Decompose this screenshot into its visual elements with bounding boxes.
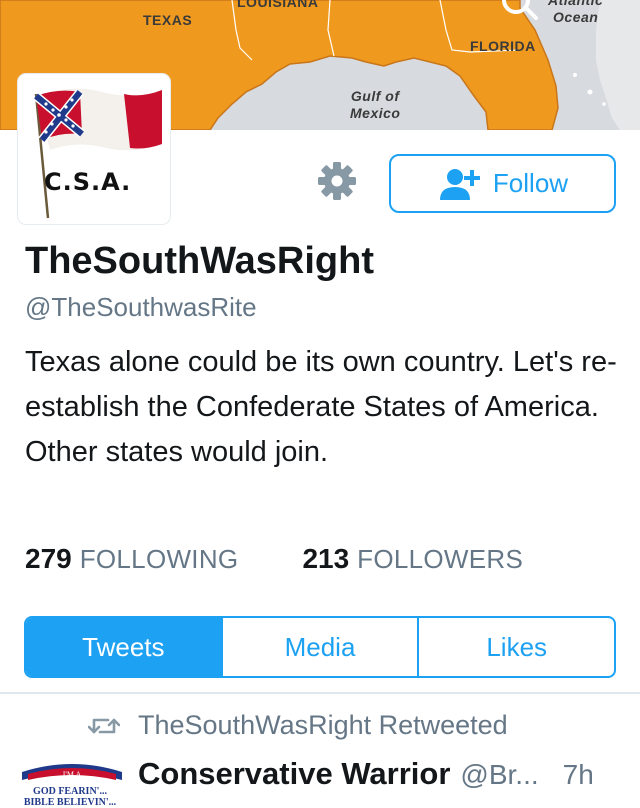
profile-avatar[interactable]: C.S.A.	[18, 74, 170, 224]
tab-likes[interactable]: Likes	[417, 618, 614, 676]
add-user-icon	[439, 168, 480, 200]
section-divider	[0, 692, 640, 694]
tab-media[interactable]: Media	[220, 618, 418, 676]
gear-icon[interactable]	[316, 160, 358, 202]
map-label-texas: TEXAS	[143, 12, 193, 28]
profile-bio: Texas alone could be its own country. Le…	[25, 346, 617, 468]
following-label: FOLLOWING	[79, 544, 239, 574]
search-icon[interactable]	[500, 0, 540, 24]
follow-button-label: Follow	[492, 168, 569, 198]
tweet-header: Conservative Warrior @Br... 7h	[138, 756, 594, 792]
map-label-atlantic: Atlantic Ocean	[548, 0, 604, 25]
tweet-author-avatar[interactable]: I'M A GOD FEARIN'... BIBLE BELIEVIN'...	[22, 758, 122, 808]
tweet-author-name[interactable]: Conservative Warrior	[138, 756, 450, 792]
tab-tweets[interactable]: Tweets	[26, 618, 221, 676]
map-label-florida: FLORIDA	[470, 38, 536, 54]
tweet-timestamp: 7h	[562, 759, 594, 790]
profile-display-name: TheSouthWasRight	[25, 240, 374, 282]
followers-count-link[interactable]: 213 FOLLOWERS	[302, 543, 523, 575]
retweet-context: TheSouthWasRight Retweeted	[88, 710, 508, 741]
avatar-line2: BIBLE BELIEVIN'...	[24, 797, 117, 808]
confederate-flag-icon	[22, 78, 166, 220]
followers-label: FOLLOWERS	[357, 544, 524, 574]
map-label-louisiana: LOUISIANA	[237, 0, 319, 10]
retweeted-by-text: TheSouthWasRight Retweeted	[138, 710, 508, 740]
follow-button[interactable]: Follow	[389, 154, 616, 213]
profile-counts: 279 FOLLOWING 213 FOLLOWERS	[25, 543, 523, 575]
tweet-author-handle[interactable]: @Br...	[460, 759, 538, 791]
profile-tabs: Tweets Media Likes	[24, 616, 616, 678]
map-label-gulf: Gulf of Mexico	[350, 88, 401, 121]
author-avatar-graphic: I'M A GOD FEARIN'... BIBLE BELIEVIN'...	[22, 758, 122, 808]
following-count: 279	[25, 543, 72, 574]
followers-count: 213	[302, 543, 350, 574]
following-count-link[interactable]: 279 FOLLOWING	[25, 543, 238, 575]
profile-handle: @TheSouthwasRite	[25, 292, 257, 322]
avatar-csa-text: C.S.A.	[44, 168, 132, 196]
retweet-icon	[88, 718, 120, 733]
avatar-line1: GOD FEARIN'...	[33, 786, 107, 797]
avatar-banner-text: I'M A	[63, 770, 82, 779]
